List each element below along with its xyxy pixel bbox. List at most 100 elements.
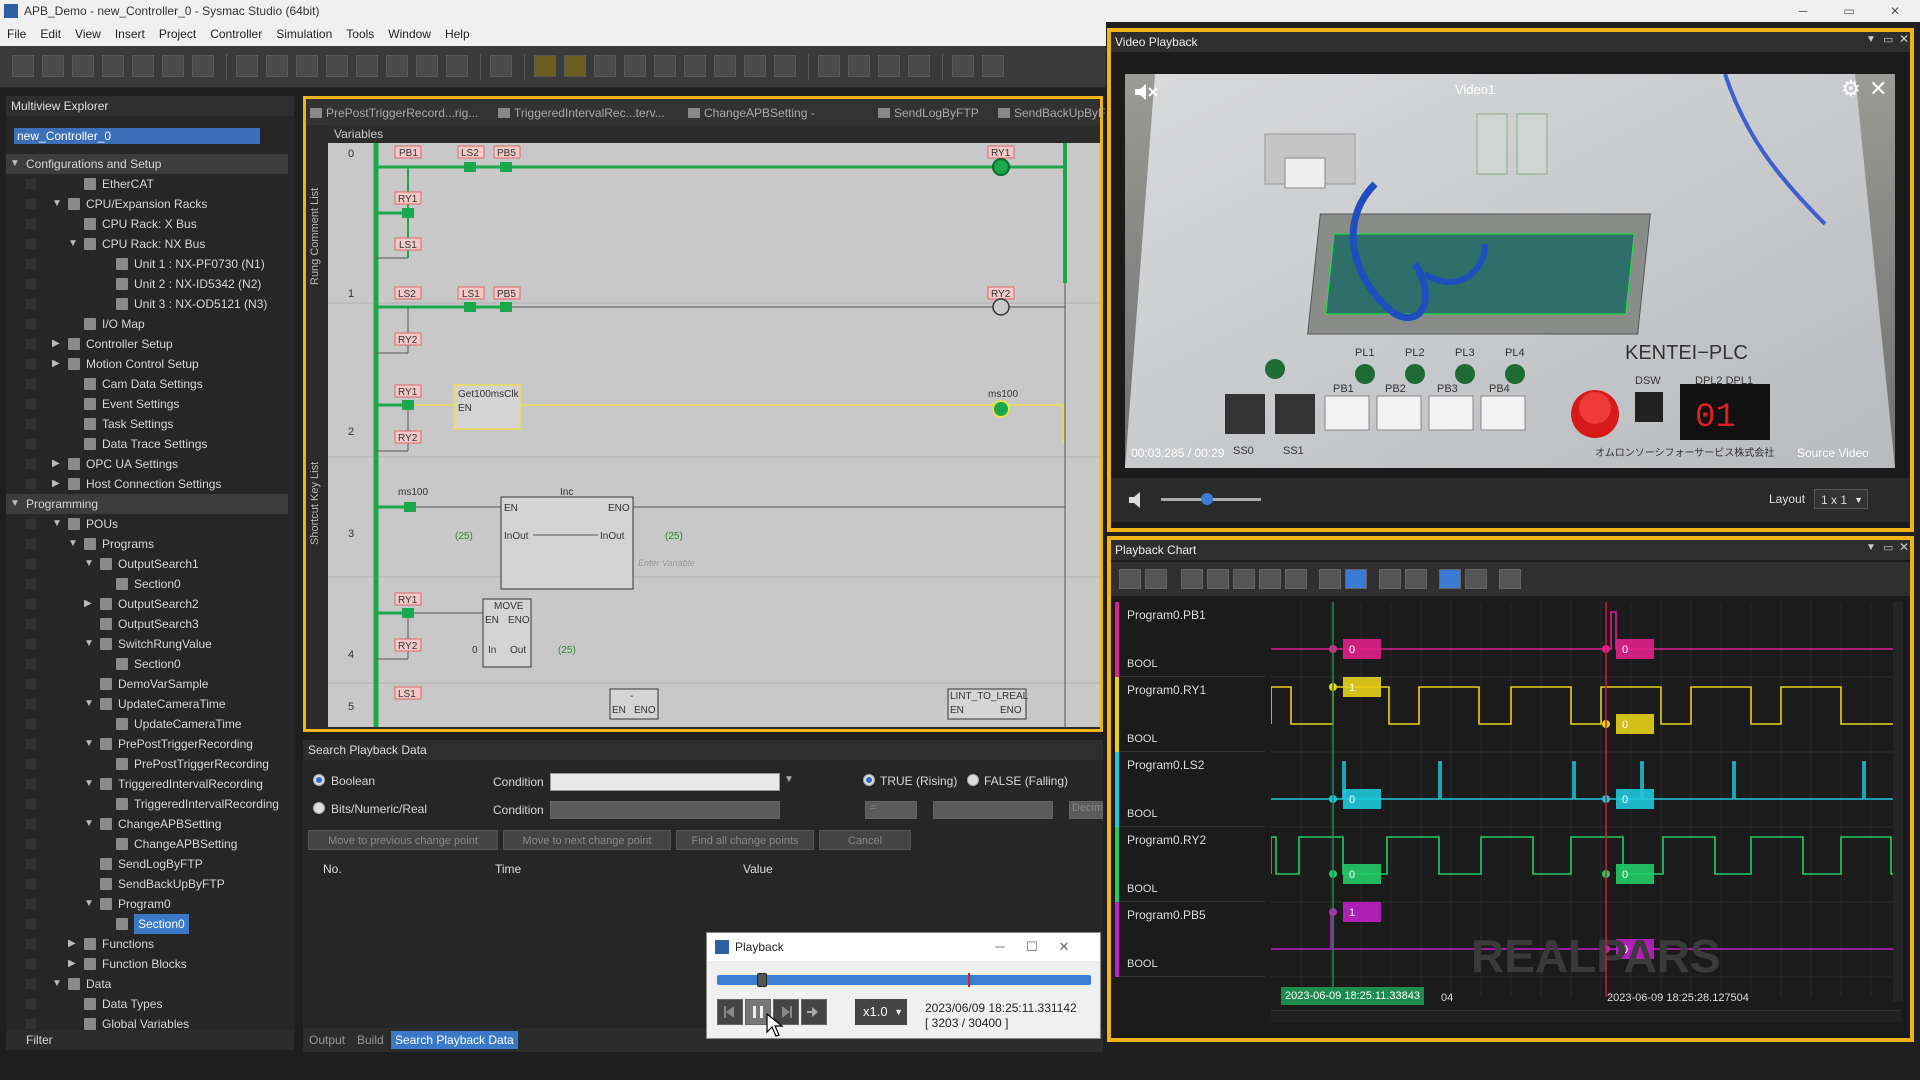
tree-checkbox[interactable]	[26, 179, 36, 189]
tree-checkbox[interactable]	[26, 899, 36, 909]
tree-item[interactable]: ▶ OutputSearch2	[6, 594, 288, 614]
playback-slider[interactable]	[717, 973, 1091, 987]
expand-down-icon[interactable]: ▼	[52, 194, 64, 214]
tree-item[interactable]: DemoVarSample	[6, 674, 288, 694]
step-forward-button[interactable]	[801, 999, 827, 1025]
close-button[interactable]: ✕	[1872, 0, 1918, 22]
tree-item[interactable]: ▼ ChangeAPBSetting	[6, 814, 288, 834]
maximize-icon[interactable]: ▭	[1883, 33, 1893, 46]
signal-row[interactable]: Program0.RY2 BOOL	[1115, 827, 1265, 902]
menu-project[interactable]: Project	[152, 22, 203, 46]
copy-icon[interactable]	[1145, 569, 1167, 589]
tree-item[interactable]: Section0	[6, 914, 288, 934]
chart-scrollbar[interactable]	[1271, 1010, 1901, 1022]
tree-item[interactable]: Section0	[6, 574, 288, 594]
warning-icon[interactable]	[534, 55, 556, 77]
tree-checkbox[interactable]	[26, 799, 36, 809]
enter-variable-placeholder[interactable]: Enter Variable	[638, 558, 695, 568]
tree-checkbox[interactable]	[26, 339, 36, 349]
rung-comment-list-label[interactable]: Rung Comment List	[309, 188, 321, 285]
volume-icon[interactable]	[1127, 490, 1149, 510]
expand-down-icon[interactable]: ▼	[52, 974, 64, 994]
tree-checkbox[interactable]	[26, 419, 36, 429]
tree-checkbox[interactable]	[26, 219, 36, 229]
tree-checkbox[interactable]	[26, 539, 36, 549]
tree-item[interactable]: Unit 3 : NX-OD5121 (N3)	[6, 294, 288, 314]
skip-back-button[interactable]	[717, 999, 743, 1025]
menu-window[interactable]: Window	[381, 22, 438, 46]
signal-row[interactable]: Program0.LS2 BOOL	[1115, 752, 1265, 827]
dropdown-icon[interactable]: ▼	[1866, 34, 1876, 45]
layout-select[interactable]: 1 x 1 ▼	[1814, 489, 1868, 509]
playback-icon[interactable]	[982, 55, 1004, 77]
tree-checkbox[interactable]	[26, 299, 36, 309]
menu-view[interactable]: View	[68, 22, 108, 46]
help-icon[interactable]	[192, 55, 214, 77]
redo-icon[interactable]	[162, 55, 184, 77]
tree-checkbox[interactable]	[26, 859, 36, 869]
condition-dropdown-icon[interactable]: ▼	[784, 774, 794, 785]
signal-row[interactable]: Program0.PB5 BOOL	[1115, 902, 1265, 977]
tree-item[interactable]: ▶ OPC UA Settings	[6, 454, 288, 474]
expand-down-icon[interactable]: ▼	[84, 894, 96, 914]
tree-item[interactable]: TriggeredIntervalRecording	[6, 794, 288, 814]
tree-checkbox[interactable]	[26, 459, 36, 469]
volume-slider-thumb[interactable]	[1200, 493, 1213, 505]
tab-send-backup-ftp[interactable]: SendBackUpByF	[996, 103, 1105, 123]
bits-numeric-radio[interactable]	[313, 802, 325, 814]
tab-send-log-ftp[interactable]: SendLogByFTP	[876, 103, 979, 123]
menu-insert[interactable]: Insert	[108, 22, 152, 46]
minimize-button[interactable]: ─	[1780, 0, 1826, 22]
controller-selector[interactable]: new_Controller_0	[14, 128, 260, 144]
close-video-icon[interactable]: ✕	[1869, 76, 1887, 102]
tree-checkbox[interactable]	[26, 279, 36, 289]
offline-icon[interactable]	[266, 55, 288, 77]
program-mode-icon[interactable]	[386, 55, 408, 77]
cut-icon[interactable]	[12, 55, 34, 77]
volume-slider[interactable]	[1161, 493, 1261, 505]
chart-vertical-scrollbar[interactable]	[1893, 602, 1903, 1002]
menu-controller[interactable]: Controller	[203, 22, 269, 46]
maximize-button[interactable]: ☐	[1017, 933, 1047, 961]
maximize-icon[interactable]: ▭	[1883, 541, 1893, 554]
expand-down-icon[interactable]: ▼	[84, 694, 96, 714]
tree-item[interactable]: ▶ Function Blocks	[6, 954, 288, 974]
trace-icon[interactable]	[744, 55, 766, 77]
expand-right-icon[interactable]: ▶	[84, 594, 96, 614]
menu-file[interactable]: File	[0, 22, 33, 46]
video-frame[interactable]: PL1 PL2 PL3 PL4 KENTEI−PLC DSW DPL2 DPL1…	[1125, 74, 1895, 468]
tree-checkbox[interactable]	[26, 839, 36, 849]
tree-item[interactable]: ▼ CPU/Expansion Racks	[6, 194, 288, 214]
settings-icon[interactable]: ⚙	[1841, 76, 1861, 102]
menu-tools[interactable]: Tools	[339, 22, 381, 46]
cancel-button[interactable]: Cancel	[819, 830, 911, 850]
tree-item[interactable]: Unit 1 : NX-PF0730 (N1)	[6, 254, 288, 274]
tree-checkbox[interactable]	[26, 739, 36, 749]
tree-checkbox[interactable]	[26, 439, 36, 449]
expand-right-icon[interactable]: ▶	[52, 354, 64, 374]
tab-triggered-interval[interactable]: TriggeredIntervalRec...terv...	[496, 103, 665, 123]
tree-item[interactable]: ▼ PrePostTriggerRecording	[6, 734, 288, 754]
menu-edit[interactable]: Edit	[33, 22, 68, 46]
expand-down-icon[interactable]: ▼	[84, 814, 96, 834]
column-no[interactable]: No.	[323, 862, 342, 876]
tab-build[interactable]: Build	[353, 1031, 388, 1049]
tree-item[interactable]: ▼ Programming	[6, 494, 288, 514]
tree-item[interactable]: ▼ UpdateCameraTime	[6, 694, 288, 714]
condition-input-disabled[interactable]	[550, 801, 780, 819]
find-all-change-points-button[interactable]: Find all change points	[676, 830, 814, 850]
build-warning-icon[interactable]	[564, 55, 586, 77]
expand-right-icon[interactable]: ▶	[52, 334, 64, 354]
expand-right-icon[interactable]: ▶	[68, 934, 80, 954]
operator-select[interactable]: =	[865, 801, 917, 819]
tree-item[interactable]: ▶ Controller Setup	[6, 334, 288, 354]
tree-item[interactable]: OutputSearch3	[6, 614, 288, 634]
save-folder-icon[interactable]	[1207, 569, 1229, 589]
tree-item[interactable]: ▼ Configurations and Setup	[6, 154, 288, 174]
paste-icon[interactable]	[72, 55, 94, 77]
find-icon[interactable]	[908, 55, 930, 77]
prev-change-point-button[interactable]: Move to previous change point	[308, 830, 498, 850]
simulate-icon[interactable]	[490, 55, 512, 77]
refresh-icon[interactable]	[714, 55, 736, 77]
tree-checkbox[interactable]	[26, 959, 36, 969]
